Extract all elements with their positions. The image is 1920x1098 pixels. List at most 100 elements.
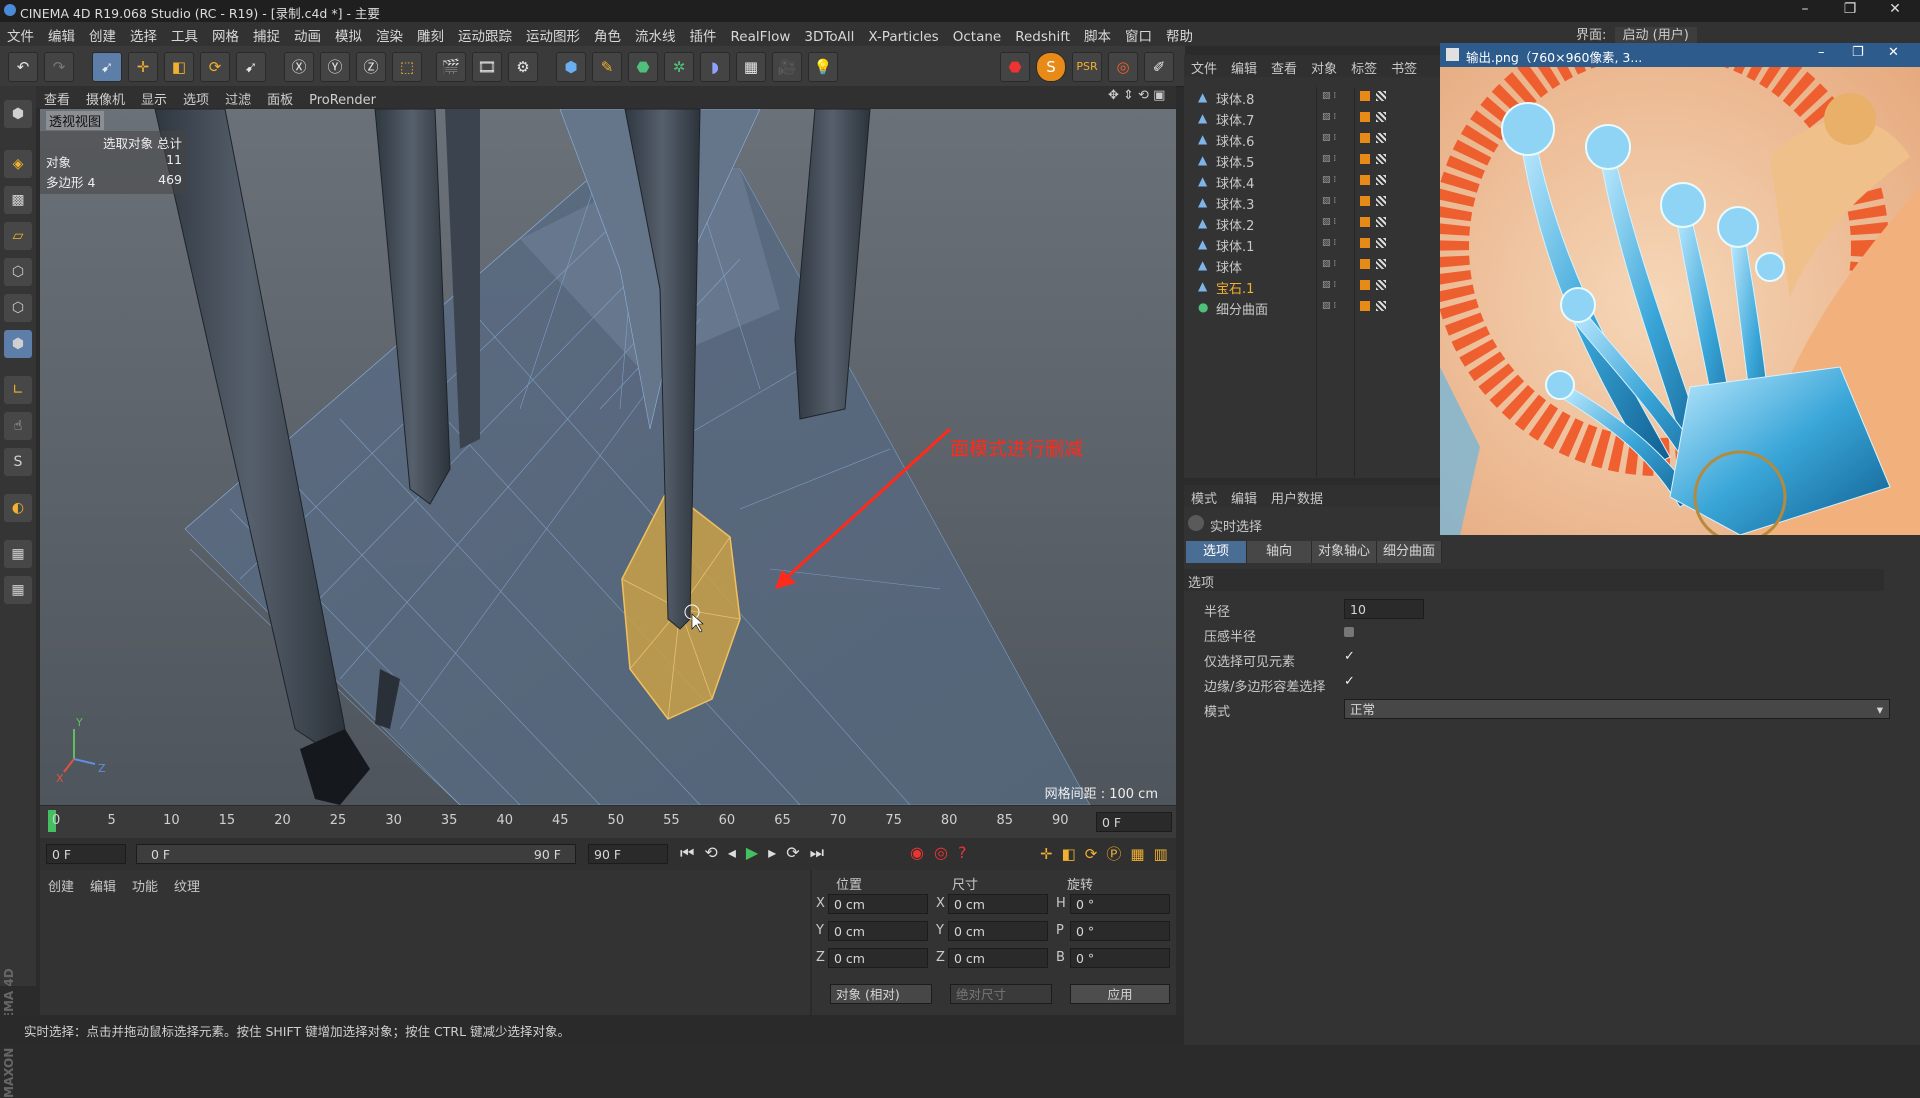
end-frame-field[interactable]: 90 F xyxy=(588,844,668,864)
apply-button[interactable]: 应用 xyxy=(1070,984,1170,1004)
undo-icon[interactable]: ↶ xyxy=(8,52,38,82)
deformer-icon[interactable]: ◗ xyxy=(700,52,730,82)
viewport-menu-item-1[interactable]: 摄像机 xyxy=(78,86,133,108)
object-menu-item-0[interactable]: 文件 xyxy=(1184,55,1224,77)
viewer-minimize-icon[interactable]: – xyxy=(1818,45,1825,60)
object-row[interactable]: ▲ 球体 ▨ ⁞ xyxy=(1184,255,1440,276)
menu-item-0[interactable]: 文件 xyxy=(0,22,41,45)
viewport-menu-item-2[interactable]: 显示 xyxy=(133,86,175,108)
viewport-menu-item-6[interactable]: ProRender xyxy=(301,90,384,108)
menu-item-16[interactable]: RealFlow xyxy=(724,26,798,45)
visibility-icon[interactable]: ▨ ⁞ xyxy=(1322,133,1352,145)
scale-icon[interactable]: ◧ xyxy=(164,52,194,82)
visibility-icon[interactable]: ▨ ⁞ xyxy=(1322,175,1352,187)
viewport-menu-item-3[interactable]: 选项 xyxy=(175,86,217,108)
tag-icon[interactable] xyxy=(1360,217,1370,227)
texture-mode-icon[interactable]: ▩ xyxy=(4,186,32,214)
attribute-tab[interactable]: 选项 xyxy=(1186,541,1247,563)
workplane-mode-icon[interactable]: ▱ xyxy=(4,222,32,250)
object-row[interactable]: ▲ 球体.3 ▨ ⁞ xyxy=(1184,192,1440,213)
object-menu-item-3[interactable]: 对象 xyxy=(1304,55,1344,77)
rotation-field[interactable]: 0 ° xyxy=(1070,948,1170,968)
tag-icon[interactable] xyxy=(1360,133,1370,143)
minimize-icon[interactable]: – xyxy=(1785,1,1825,21)
tag-icon[interactable] xyxy=(1360,91,1370,101)
picture-viewer-window[interactable]: 输出.png（760×960像素, 3... – ❐ ✕ xyxy=(1440,43,1920,535)
rotation-field[interactable]: 0 ° xyxy=(1070,894,1170,914)
position-field[interactable]: 0 cm xyxy=(828,948,928,968)
menu-item-5[interactable]: 网格 xyxy=(205,22,246,45)
light-icon[interactable]: 💡 xyxy=(808,52,838,82)
key-pla-icon[interactable]: ▦ xyxy=(1130,845,1153,863)
tag-icon[interactable] xyxy=(1360,259,1370,269)
prev-frame-icon[interactable]: ◂ xyxy=(728,843,746,862)
render-settings-icon[interactable]: ⚙ xyxy=(508,52,538,82)
material-tag-icon[interactable] xyxy=(1376,301,1386,311)
menu-item-14[interactable]: 流水线 xyxy=(628,22,683,45)
menu-item-10[interactable]: 雕刻 xyxy=(410,22,451,45)
menu-item-1[interactable]: 编辑 xyxy=(41,22,82,45)
octane-icon[interactable]: S xyxy=(1036,52,1066,82)
object-row[interactable]: ▲ 球体.4 ▨ ⁞ xyxy=(1184,171,1440,192)
start-frame-field[interactable]: 0 F xyxy=(46,844,126,864)
z-axis-icon[interactable]: Ⓩ xyxy=(356,52,386,82)
material-menu-item-2[interactable]: 功能 xyxy=(124,876,166,895)
object-row[interactable]: ● 细分曲面 ▨ ⁞ xyxy=(1184,297,1440,318)
edges-mode-icon[interactable]: ⬡ xyxy=(4,294,32,322)
material-tag-icon[interactable] xyxy=(1376,154,1386,164)
snap-toggle-icon[interactable]: S xyxy=(4,448,32,476)
menu-item-7[interactable]: 动画 xyxy=(287,22,328,45)
psr-icon[interactable]: PSR xyxy=(1072,52,1102,82)
menu-item-3[interactable]: 选择 xyxy=(123,22,164,45)
material-tag-icon[interactable] xyxy=(1376,280,1386,290)
material-tag-icon[interactable] xyxy=(1376,133,1386,143)
position-field[interactable]: 0 cm xyxy=(828,894,928,914)
go-end-icon[interactable]: ⏭ xyxy=(810,843,834,862)
visibility-icon[interactable]: ▨ ⁞ xyxy=(1322,301,1352,313)
object-name[interactable]: 球体.1 xyxy=(1216,236,1254,255)
attribute-menu-item-2[interactable]: 用户数据 xyxy=(1264,485,1330,507)
material-tag-icon[interactable] xyxy=(1376,175,1386,185)
menu-item-19[interactable]: Octane xyxy=(946,26,1008,45)
rotate-icon[interactable]: ⟳ xyxy=(200,52,230,82)
cube-icon[interactable]: ⬢ xyxy=(556,52,586,82)
object-name[interactable]: 细分曲面 xyxy=(1216,299,1268,318)
visibility-icon[interactable]: ▨ ⁞ xyxy=(1322,259,1352,271)
object-name[interactable]: 球体.5 xyxy=(1216,152,1254,171)
x-axis-icon[interactable]: Ⓧ xyxy=(284,52,314,82)
menu-item-11[interactable]: 运动跟踪 xyxy=(451,22,519,45)
coordinate-system-icon[interactable]: ⬚ xyxy=(392,52,422,82)
attribute-tab[interactable]: 轴向 xyxy=(1247,541,1312,563)
render-view-icon[interactable]: 🎬 xyxy=(436,52,466,82)
mode-dropdown[interactable]: 正常 ▾ xyxy=(1344,699,1890,719)
render-picture-viewer-icon[interactable]: 🎞 xyxy=(472,52,502,82)
material-menu-item-3[interactable]: 纹理 xyxy=(166,876,208,895)
size-field[interactable]: 0 cm xyxy=(948,921,1048,941)
lock-workplane-icon[interactable]: ▦ xyxy=(4,576,32,604)
object-row[interactable]: ▲ 球体.2 ▨ ⁞ xyxy=(1184,213,1440,234)
object-name[interactable]: 球体.6 xyxy=(1216,131,1254,150)
interface-selector[interactable]: 界面: 启动 (用户) xyxy=(1576,24,1697,44)
menu-item-18[interactable]: X-Particles xyxy=(861,26,945,45)
key-param-icon[interactable]: Ⓟ xyxy=(1106,845,1130,863)
tweak-icon[interactable]: ☝ xyxy=(4,412,32,440)
menu-item-13[interactable]: 角色 xyxy=(587,22,628,45)
viewport-menu-item-4[interactable]: 过滤 xyxy=(217,86,259,108)
subdivision-icon[interactable]: ⬣ xyxy=(628,52,658,82)
viewport-menu-item-5[interactable]: 面板 xyxy=(259,86,301,108)
prev-key-icon[interactable]: ⟲ xyxy=(704,843,727,862)
points-mode-icon[interactable]: ⬡ xyxy=(4,258,32,286)
menu-item-8[interactable]: 模拟 xyxy=(328,22,369,45)
material-tag-icon[interactable] xyxy=(1376,217,1386,227)
viewport-nav-icons[interactable]: ✥ ⇕ ⟲ ▣ xyxy=(1108,88,1165,103)
viewer-close-icon[interactable]: ✕ xyxy=(1888,45,1899,60)
object-name[interactable]: 球体.2 xyxy=(1216,215,1254,234)
picture-viewer-titlebar[interactable]: 输出.png（760×960像素, 3... – ❐ ✕ xyxy=(1440,43,1920,67)
attribute-menu-item-0[interactable]: 模式 xyxy=(1184,485,1224,507)
material-tag-icon[interactable] xyxy=(1376,238,1386,248)
menu-item-15[interactable]: 插件 xyxy=(683,22,724,45)
object-menu-item-4[interactable]: 标签 xyxy=(1344,55,1384,77)
visibility-icon[interactable]: ▨ ⁞ xyxy=(1322,91,1352,103)
menu-item-17[interactable]: 3DToAll xyxy=(797,26,861,45)
close-icon[interactable]: ✕ xyxy=(1875,1,1915,21)
